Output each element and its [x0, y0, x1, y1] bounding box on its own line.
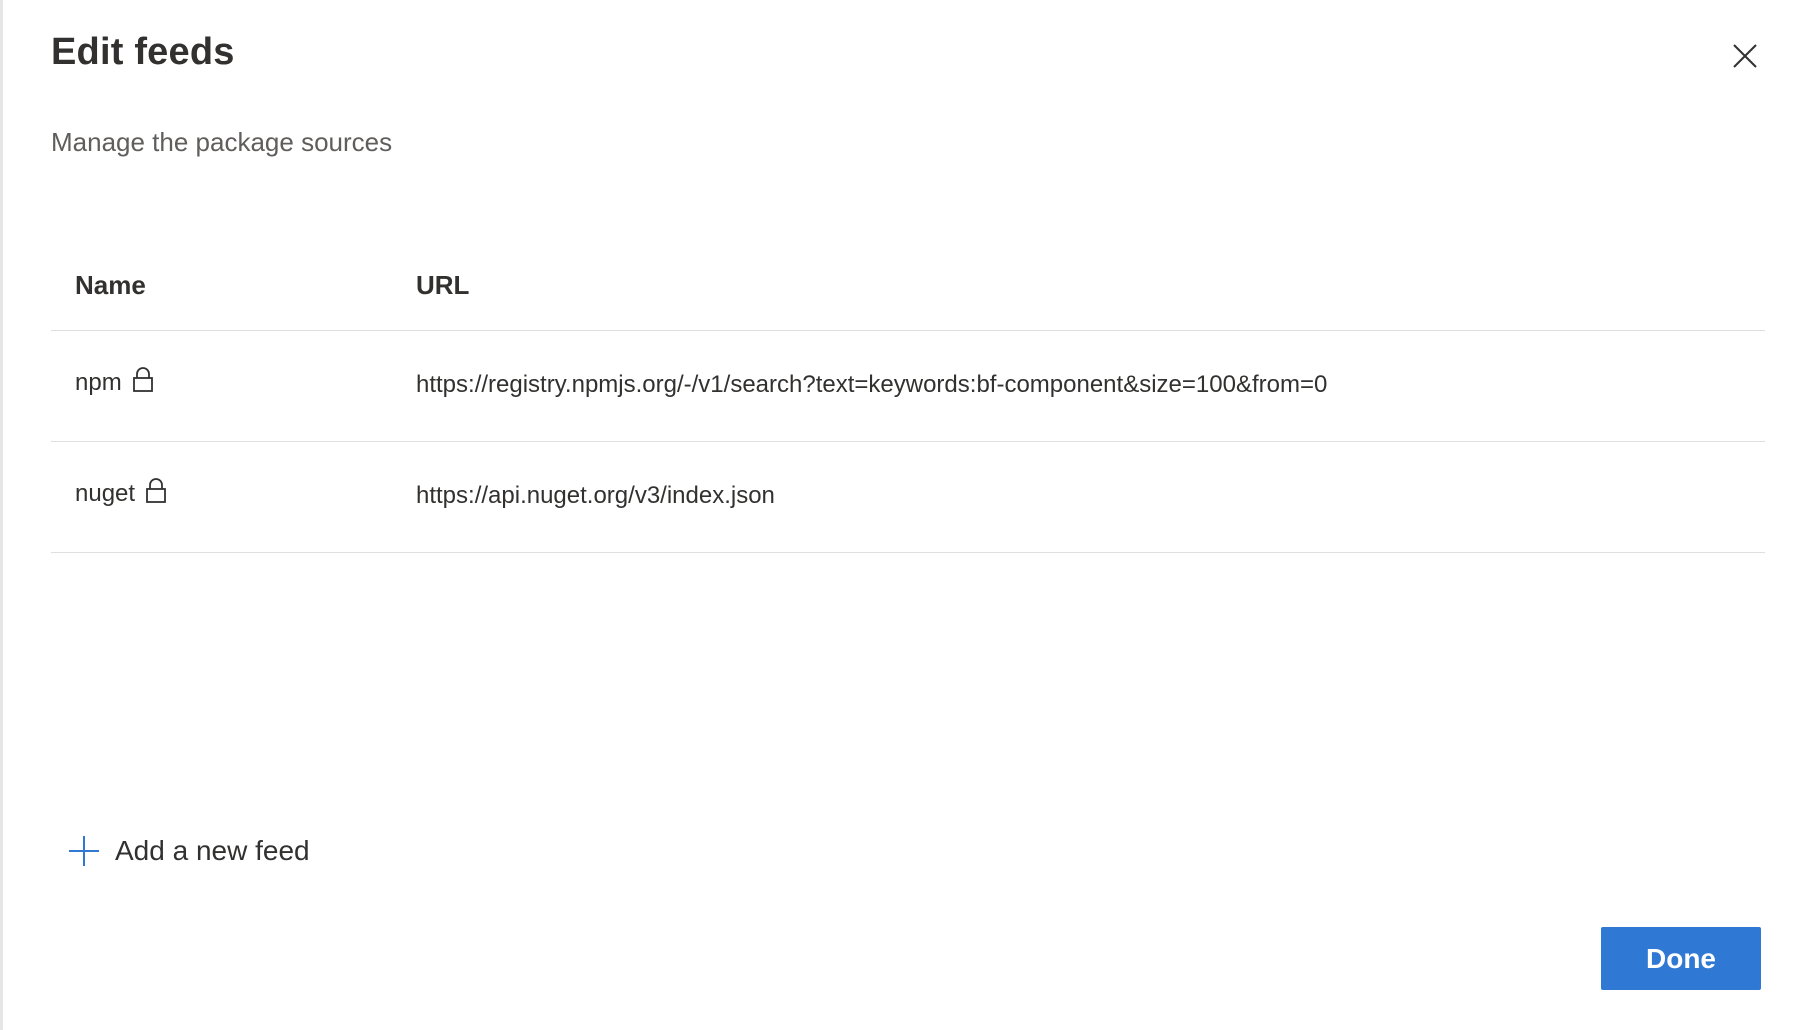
column-header-url: URL [416, 270, 470, 300]
feed-name: nuget [75, 480, 136, 507]
add-feed-label: Add a new feed [115, 835, 310, 866]
column-header-name: Name [75, 270, 146, 300]
feed-name-cell: nuget [75, 477, 167, 508]
close-button[interactable] [1727, 38, 1763, 74]
feed-name: npm [75, 369, 122, 396]
table-row[interactable]: npm https://registry.npmjs.org/-/v1/sear… [51, 331, 1765, 442]
close-icon [1731, 42, 1759, 70]
feed-url: https://registry.npmjs.org/-/v1/search?t… [416, 371, 1328, 398]
table-row[interactable]: nuget https://api.nuget.org/v3/index.jso… [51, 442, 1765, 553]
feed-url: https://api.nuget.org/v3/index.json [416, 482, 775, 509]
lock-icon [145, 477, 167, 505]
feed-name-cell: npm [75, 366, 154, 397]
dialog-title: Edit feeds [51, 31, 235, 73]
dialog-subtitle: Manage the package sources [51, 127, 393, 157]
lock-icon [132, 366, 154, 394]
feeds-table: Name URL npm https://registry.npmjs.org/… [51, 236, 1765, 553]
plus-icon [67, 834, 101, 868]
done-button[interactable]: Done [1601, 927, 1761, 990]
add-feed-button[interactable]: Add a new feed [67, 834, 310, 868]
edit-feeds-dialog: Edit feeds Manage the package sources Na… [3, 0, 1794, 1030]
page: Edit feeds Manage the package sources Na… [0, 0, 1794, 1030]
table-header: Name URL [51, 236, 1765, 331]
